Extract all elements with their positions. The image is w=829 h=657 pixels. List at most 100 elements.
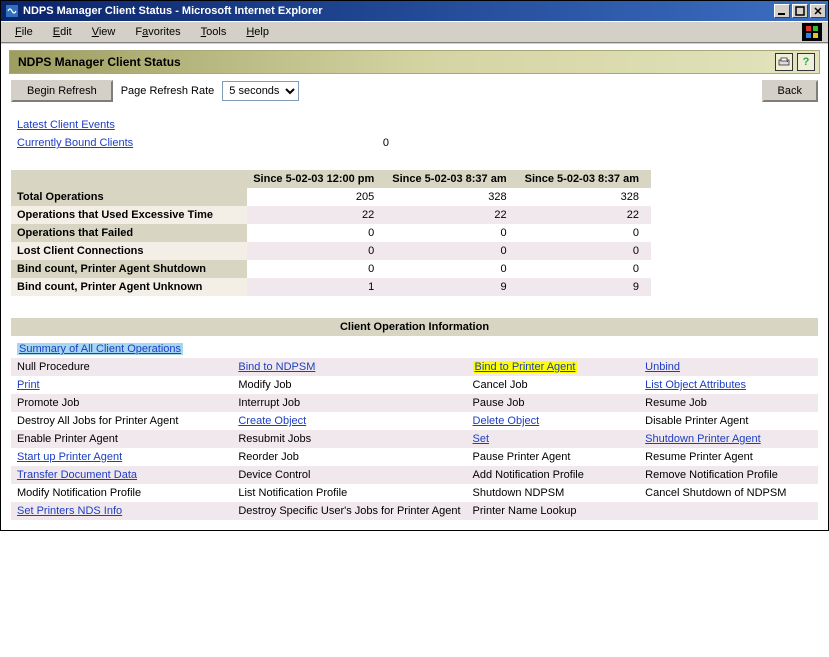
ops-link[interactable]: Create Object [238,415,306,427]
menu-favorites[interactable]: Favorites [127,24,188,40]
ops-link[interactable]: Bind to Printer Agent [473,361,578,373]
ops-link[interactable]: Set [473,433,490,445]
ops-text: Promote Job [17,397,79,409]
ops-cell: Destroy Specific User's Jobs for Printer… [232,502,466,520]
ops-link[interactable]: Start up Printer Agent [17,451,122,463]
latest-client-events-cell: Latest Client Events [11,116,323,134]
toolbar: Begin Refresh Page Refresh Rate 5 second… [11,80,818,102]
stats-col-2: Since 5-02-03 8:37 am [386,170,518,188]
ie-logo-icon [802,23,822,41]
window-frame: NDPS Manager Client Status - Microsoft I… [0,0,829,531]
ops-link[interactable]: Delete Object [473,415,540,427]
stats-value: 22 [247,206,386,224]
page-header: NDPS Manager Client Status ? [9,50,820,74]
close-button[interactable] [810,4,826,18]
page-title: NDPS Manager Client Status [18,55,771,69]
ops-cell: Resume Job [639,394,818,412]
minimize-button[interactable] [774,4,790,18]
ops-text: Destroy All Jobs for Printer Agent [17,415,178,427]
ops-cell: Bind to NDPSM [232,358,466,376]
menu-edit[interactable]: Edit [45,24,80,40]
help-icon[interactable]: ? [797,53,815,71]
ops-row: Promote Job Interrupt Job Pause Job Resume … [11,394,818,412]
stats-row: Total Operations205328328 [11,188,651,206]
menu-file[interactable]: File [7,24,41,40]
ops-link[interactable]: Set Printers NDS Info [17,505,122,517]
stats-col-3: Since 5-02-03 8:37 am [519,170,651,188]
stats-value: 0 [247,242,386,260]
ops-cell: Unbind [639,358,818,376]
ops-cell: Disable Printer Agent [639,412,818,430]
ops-link[interactable]: Shutdown Printer Agent [645,433,761,445]
menu-tools[interactable]: Tools [193,24,235,40]
ops-text: Pause Job [473,397,525,409]
back-button[interactable]: Back [762,80,818,102]
ops-section-header: Client Operation Information [11,318,818,336]
ops-text: Modify Notification Profile [17,487,141,499]
ops-link[interactable]: List Object Attributes [645,379,746,391]
ops-cell: Modify Notification Profile [11,484,232,502]
ops-text: Null Procedure [17,361,90,373]
ops-cell: Cancel Shutdown of NDPSM [639,484,818,502]
ops-link[interactable]: Transfer Document Data [17,469,137,481]
ops-text: Pause Printer Agent [473,451,571,463]
top-links-table: Latest Client Events Currently Bound Cli… [11,116,395,152]
ops-cell: Cancel Job [467,376,640,394]
refresh-rate-select[interactable]: 5 seconds [222,81,299,101]
ops-row: Set Printers NDS Info Destroy Specific Us… [11,502,818,520]
ops-cell: Destroy All Jobs for Printer Agent [11,412,232,430]
stats-row-label: Bind count, Printer Agent Shutdown [11,260,247,278]
ops-text: Interrupt Job [238,397,300,409]
ops-link[interactable]: Unbind [645,361,680,373]
ops-link[interactable]: Bind to NDPSM [238,361,315,373]
ops-cell: Remove Notification Profile [639,466,818,484]
ops-text: Modify Job [238,379,291,391]
stats-value: 0 [247,260,386,278]
latest-client-events-link[interactable]: Latest Client Events [17,119,115,131]
ops-text: List Notification Profile [238,487,347,499]
stats-row-label: Bind count, Printer Agent Unknown [11,278,247,296]
ops-summary-row: Summary of All Client Operations [11,340,818,358]
ops-cell: Null Procedure [11,358,232,376]
client-operations-grid: Null Procedure Bind to NDPSM Bind to Print… [11,358,818,520]
stats-value: 0 [519,224,651,242]
ops-cell: Pause Printer Agent [467,448,640,466]
ops-row: Transfer Document Data Device Control Add … [11,466,818,484]
ops-link[interactable]: Print [17,379,40,391]
ops-row: Null Procedure Bind to NDPSM Bind to Print… [11,358,818,376]
ops-cell: Create Object [232,412,466,430]
stats-value: 9 [386,278,518,296]
refresh-rate-label: Page Refresh Rate [121,85,215,97]
ops-cell: Modify Job [232,376,466,394]
ops-text: Remove Notification Profile [645,469,778,481]
currently-bound-clients-link[interactable]: Currently Bound Clients [17,137,133,149]
ops-cell: Delete Object [467,412,640,430]
ops-text: Reorder Job [238,451,299,463]
ops-text: Cancel Shutdown of NDPSM [645,487,786,499]
ops-cell: List Object Attributes [639,376,818,394]
ops-cell: Reorder Job [232,448,466,466]
ops-text: Resume Job [645,397,707,409]
ops-cell: Start up Printer Agent [11,448,232,466]
menu-view[interactable]: View [84,24,124,40]
stats-col-1: Since 5-02-03 12:00 pm [247,170,386,188]
ops-text: Add Notification Profile [473,469,584,481]
menu-help[interactable]: Help [238,24,277,40]
stats-value: 0 [247,224,386,242]
menubar: File Edit View Favorites Tools Help [1,21,828,43]
maximize-button[interactable] [792,4,808,18]
stats-row-label: Operations that Used Excessive Time [11,206,247,224]
begin-refresh-button[interactable]: Begin Refresh [11,80,113,102]
stats-value: 0 [386,260,518,278]
ops-text: Device Control [238,469,310,481]
stats-value: 205 [247,188,386,206]
stats-value: 9 [519,278,651,296]
stats-row: Bind count, Printer Agent Shutdown000 [11,260,651,278]
summary-all-ops-link[interactable]: Summary of All Client Operations [17,343,183,355]
stats-value: 0 [386,224,518,242]
print-preview-icon[interactable] [775,53,793,71]
stats-row-label: Operations that Failed [11,224,247,242]
titlebar: NDPS Manager Client Status - Microsoft I… [1,1,828,21]
ops-cell: Interrupt Job [232,394,466,412]
ops-cell: Resubmit Jobs [232,430,466,448]
